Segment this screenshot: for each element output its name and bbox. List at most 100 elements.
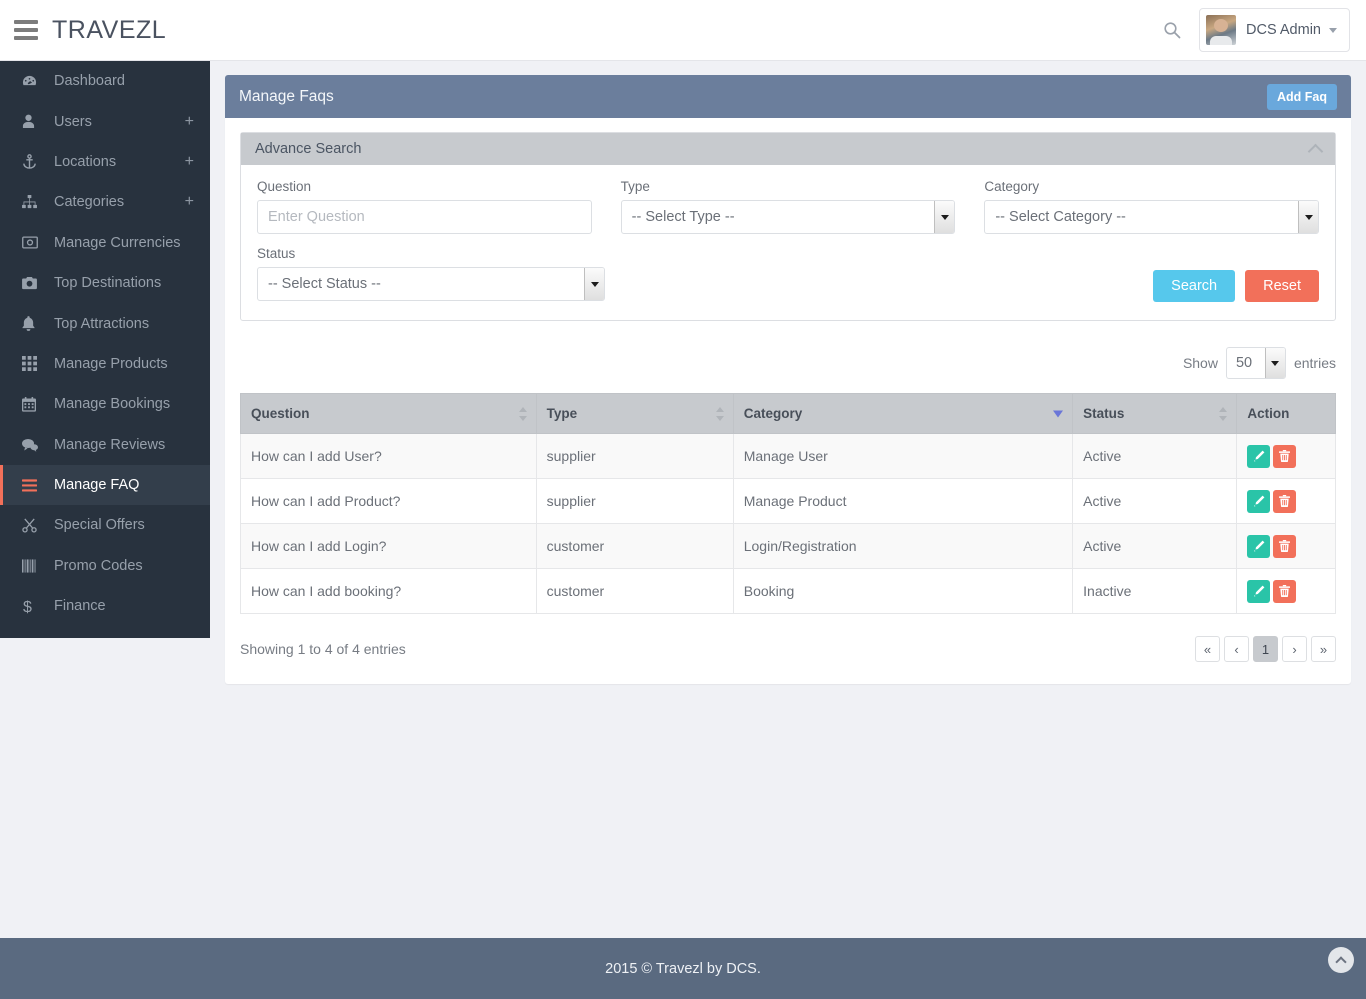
question-input[interactable] xyxy=(257,200,592,234)
sidebar-item-special-offers[interactable]: Special Offers xyxy=(0,505,210,545)
sidebar-item-top-attractions[interactable]: Top Attractions xyxy=(0,303,210,343)
entries-label: entries xyxy=(1293,355,1336,371)
table-row: How can I add Login? customer Login/Regist… xyxy=(240,523,1336,569)
cell-question: How can I add Product? xyxy=(240,478,537,524)
delete-row-button[interactable] xyxy=(1273,579,1297,603)
edit-row-button[interactable] xyxy=(1247,489,1271,513)
delete-row-button[interactable] xyxy=(1273,444,1297,468)
svg-text:$: $ xyxy=(23,599,32,614)
sidebar-item-manage-reviews[interactable]: Manage Reviews xyxy=(0,425,210,465)
menu-toggle-icon[interactable] xyxy=(14,20,38,40)
add-faq-button[interactable]: Add Faq xyxy=(1267,83,1337,110)
sidebar-item-label: Manage Currencies xyxy=(54,234,181,251)
calendar-icon xyxy=(22,396,44,412)
pagination-page-1[interactable]: 1 xyxy=(1253,636,1278,662)
grid-icon xyxy=(22,356,44,372)
pagination-last[interactable]: » xyxy=(1311,636,1336,662)
category-select-wrap: -- Select Category -- xyxy=(984,200,1320,234)
sidebar-item-top-destinations[interactable]: Top Destinations xyxy=(0,263,210,303)
table-footer: Showing 1 to 4 of 4 entries «‹ 1 ›» xyxy=(240,636,1336,662)
cell-status: Active xyxy=(1072,433,1238,479)
sidebar-item-label: Dashboard xyxy=(54,73,125,90)
table-length-menu: Show 50 entries xyxy=(240,347,1336,379)
sidebar-item-manage-currencies[interactable]: Manage Currencies xyxy=(0,223,210,263)
expand-plus-icon[interactable]: + xyxy=(185,194,194,210)
sidebar-item-promo-codes[interactable]: Promo Codes xyxy=(0,546,210,586)
cell-status: Inactive xyxy=(1072,568,1238,614)
pagination-prev[interactable]: ‹ xyxy=(1224,636,1249,662)
footer-text: 2015 © Travezl by DCS. xyxy=(605,960,761,977)
type-field-group: Type -- Select Type -- xyxy=(620,179,956,234)
brand-logo[interactable]: TRAVEZL xyxy=(52,16,166,45)
column-header-label: Question xyxy=(251,406,310,421)
table-body: How can I add User? supplier Manage User Ac… xyxy=(240,433,1336,614)
status-label: Status xyxy=(257,246,296,261)
user-menu[interactable]: DCS Admin xyxy=(1199,8,1350,52)
search-button[interactable]: Search xyxy=(1153,270,1236,302)
status-select[interactable]: -- Select Status -- xyxy=(257,267,605,301)
cell-type: customer xyxy=(535,523,734,569)
column-header-label: Category xyxy=(743,406,803,421)
sidebar-item-label: Finance xyxy=(54,598,106,615)
pagination-first[interactable]: « xyxy=(1195,636,1220,662)
column-header-status[interactable]: Status xyxy=(1072,393,1238,434)
bell-icon xyxy=(22,316,44,331)
edit-row-button[interactable] xyxy=(1247,579,1271,603)
table-row: How can I add User? supplier Manage User Ac… xyxy=(240,433,1336,479)
reset-button[interactable]: Reset xyxy=(1245,270,1319,302)
column-header-type[interactable]: Type xyxy=(535,393,734,434)
page-footer: 2015 © Travezl by DCS. xyxy=(0,938,1366,999)
pagination-next[interactable]: › xyxy=(1282,636,1307,662)
sidebar-item-categories[interactable]: Categories + xyxy=(0,182,210,222)
sidebar-item-finance[interactable]: $ Finance xyxy=(0,586,210,626)
cell-action xyxy=(1236,433,1336,479)
trash-icon xyxy=(1279,540,1291,552)
cell-action xyxy=(1236,523,1336,569)
advance-search-header[interactable]: Advance Search xyxy=(241,133,1335,165)
table-row: How can I add Product? supplier Manage Pro… xyxy=(240,478,1336,524)
column-header-action: Action xyxy=(1236,393,1336,434)
pagination: «‹ 1 ›» xyxy=(1195,636,1336,662)
cell-category: Manage User xyxy=(732,433,1074,479)
column-header-label: Action xyxy=(1247,406,1290,421)
scissors-icon xyxy=(22,518,44,533)
edit-row-button[interactable] xyxy=(1247,444,1271,468)
search-form-row-1: Question Type -- Select Type -- xyxy=(257,179,1320,234)
edit-row-button[interactable] xyxy=(1247,534,1271,558)
category-select[interactable]: -- Select Category -- xyxy=(984,200,1320,234)
trash-icon xyxy=(1279,585,1291,597)
camera-icon xyxy=(22,276,44,290)
sidebar-item-manage-bookings[interactable]: Manage Bookings xyxy=(0,384,210,424)
barcode-icon xyxy=(22,559,44,573)
sidebar: Dashboard Users + Locations + Categories + Mana… xyxy=(0,61,210,638)
column-header-question[interactable]: Question xyxy=(240,393,537,434)
entries-select-wrap: 50 xyxy=(1225,347,1286,379)
sidebar-item-dashboard[interactable]: Dashboard xyxy=(0,61,210,101)
sidebar-item-manage-faq[interactable]: Manage FAQ xyxy=(0,464,210,506)
chevron-up-icon[interactable] xyxy=(1307,143,1324,159)
expand-plus-icon[interactable]: + xyxy=(185,153,194,170)
expand-plus-icon[interactable]: + xyxy=(185,113,194,130)
sidebar-item-label: Locations xyxy=(54,153,117,170)
delete-row-button[interactable] xyxy=(1273,489,1297,513)
topnav-right-group: DCS Admin xyxy=(1155,8,1366,52)
entries-select[interactable]: 50 xyxy=(1225,347,1286,379)
sidebar-item-manage-products[interactable]: Manage Products xyxy=(0,344,210,384)
sidebar-item-locations[interactable]: Locations + xyxy=(0,142,210,182)
sidebar-item-label: Special Offers xyxy=(54,517,145,534)
delete-row-button[interactable] xyxy=(1273,534,1297,558)
search-form-row-2: Status -- Select Status -- Search Reset xyxy=(257,246,1319,302)
chevron-up-icon xyxy=(1335,955,1347,968)
cell-type: supplier xyxy=(535,478,734,524)
table-info: Showing 1 to 4 of 4 entries xyxy=(240,641,406,657)
sort-both-icon xyxy=(1219,406,1228,421)
sidebar-item-label: Promo Codes xyxy=(54,557,143,574)
type-select[interactable]: -- Select Type -- xyxy=(620,200,956,234)
search-icon[interactable] xyxy=(1155,13,1189,47)
scroll-to-top-button[interactable] xyxy=(1328,947,1354,973)
sidebar-item-label: Users xyxy=(54,113,92,130)
sort-desc-icon xyxy=(1053,410,1064,417)
sidebar-item-label: Manage FAQ xyxy=(54,477,140,494)
column-header-category[interactable]: Category xyxy=(732,393,1074,434)
sidebar-item-users[interactable]: Users + xyxy=(0,101,210,141)
